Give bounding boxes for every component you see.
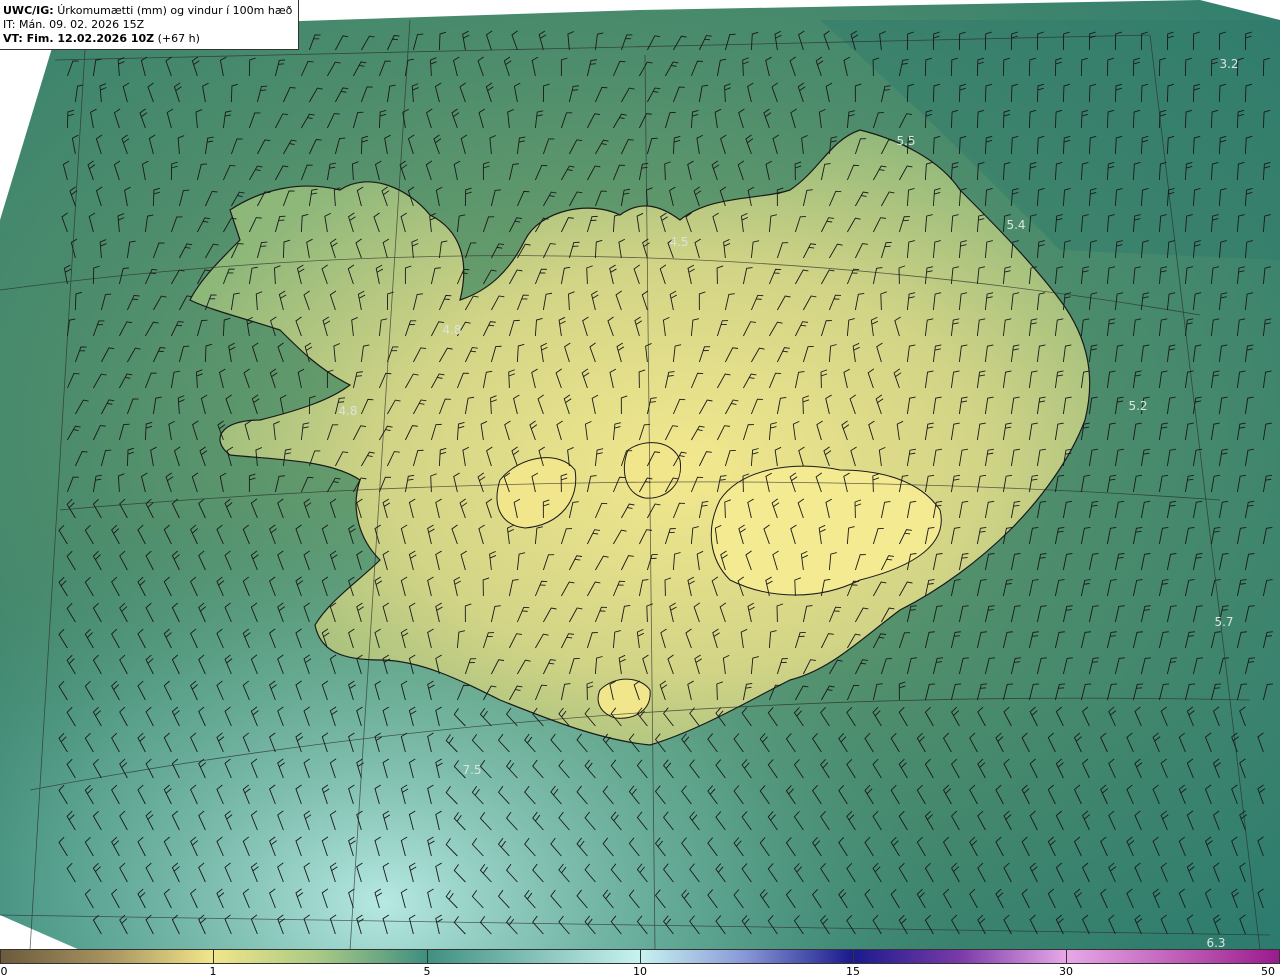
- colorbar: 0 1 5 10 15 30 50: [0, 949, 1280, 978]
- colorbar-tick: [427, 949, 428, 964]
- map-value-label: 7.5: [462, 763, 482, 777]
- map-value-label: 5.2: [1128, 399, 1148, 413]
- map-value-label: 3.2: [1219, 57, 1239, 71]
- map-value-label: 4.8: [338, 404, 358, 418]
- colorbar-tick-label: 15: [846, 965, 860, 978]
- colorbar-tick-label: 1: [209, 965, 217, 978]
- colorbar-tick: [213, 949, 214, 964]
- init-time: IT: Mán. 09. 02. 2026 15Z: [3, 18, 145, 31]
- colorbar-tick-label: 10: [633, 965, 647, 978]
- colorbar-tick: [853, 949, 854, 964]
- map-value-label: 5.7: [1214, 615, 1234, 629]
- forecast-hour: (+67 h): [157, 32, 200, 45]
- map-value-label: 4.8: [442, 323, 462, 337]
- map-value-label: 5.5: [896, 134, 916, 148]
- colorbar-tick: [640, 949, 641, 964]
- valid-time: VT: Fim. 12.02.2026 10Z: [3, 32, 155, 45]
- weather-map[interactable]: UWC/IG: Úrkomumætti (mm) og vindur í 100…: [0, 0, 1280, 950]
- map-value-label: 5.4: [1006, 218, 1026, 232]
- map-title-box: UWC/IG: Úrkomumætti (mm) og vindur í 100…: [0, 0, 300, 50]
- map-value-label: 6.3: [1206, 936, 1226, 950]
- colorbar-tick-label: 5: [423, 965, 431, 978]
- colorbar-tick: [1066, 949, 1067, 964]
- map-value-label: 4.5: [669, 235, 689, 249]
- colorbar-tick-label: 50: [1261, 965, 1275, 978]
- colorbar-tick-label: 0: [0, 965, 8, 978]
- colorbar-tick-label: 30: [1059, 965, 1073, 978]
- map-title: Úrkomumætti (mm) og vindur í 100m hæð: [57, 4, 293, 17]
- map-canvas: [0, 0, 1280, 950]
- model-prefix: UWC/IG:: [3, 4, 54, 17]
- colorbar-tick: [0, 949, 1, 964]
